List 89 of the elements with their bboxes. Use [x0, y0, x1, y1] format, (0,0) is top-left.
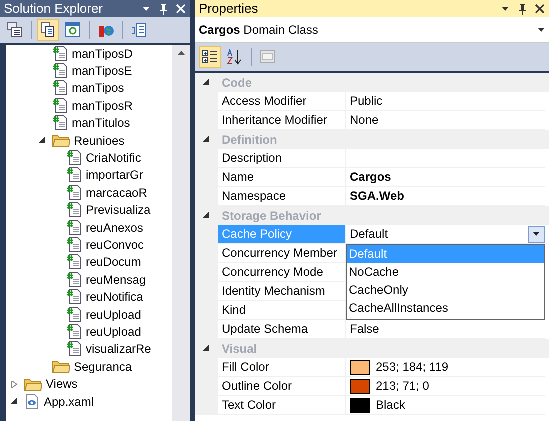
property-value: Black [376, 397, 406, 414]
property-value: 253; 184; 119 [376, 359, 449, 376]
object-label: Cargos Domain Class [199, 22, 318, 38]
tree-item[interactable]: manTitulos [6, 114, 172, 132]
collapse-icon[interactable] [38, 137, 46, 144]
csharp-file-icon [66, 306, 82, 323]
tree-item[interactable]: Views [6, 375, 172, 393]
csharp-file-icon [52, 98, 68, 114]
property-name[interactable]: Fill Color [218, 358, 346, 377]
csharp-file-icon [66, 202, 82, 218]
dropdown-button[interactable] [528, 226, 545, 242]
csharp-file-icon [66, 167, 82, 184]
category-label: Definition [218, 130, 549, 149]
csharp-file-icon [66, 341, 82, 358]
csharp-file-icon [52, 115, 68, 132]
xaml-file-icon [24, 394, 40, 410]
csharp-file-icon [52, 63, 68, 80]
csharp-file-icon [66, 236, 82, 253]
csharp-file-icon [66, 184, 82, 201]
dropdown-icon[interactable] [501, 4, 510, 13]
csharp-file-icon [66, 324, 82, 340]
tree-item[interactable]: Previsualiza [6, 202, 172, 219]
collapse-icon[interactable] [203, 136, 210, 143]
property-value: Default [350, 226, 388, 243]
csharp-file-icon [66, 272, 82, 288]
pin-icon[interactable] [518, 2, 527, 14]
categorized-button[interactable] [199, 46, 221, 68]
caret-icon [533, 232, 540, 236]
tree-item[interactable]: manTiposR [6, 97, 172, 115]
collapse-icon[interactable] [203, 79, 210, 86]
property-name[interactable]: Access Modifier [218, 92, 346, 111]
tree-item[interactable]: manTiposD [6, 45, 172, 62]
property-name[interactable]: Identity Mechanism [218, 282, 346, 301]
folder-icon [24, 376, 42, 392]
tree-item[interactable]: reuMensag [6, 271, 172, 288]
close-icon[interactable] [535, 4, 545, 14]
csharp-file-icon [66, 254, 82, 270]
dropdown-icon[interactable] [142, 4, 151, 13]
panel-title: Solution Explorer [4, 0, 103, 18]
show-all-files-button[interactable] [37, 19, 59, 41]
property-name[interactable]: Outline Color [218, 377, 346, 396]
tree-item[interactable]: Seguranca [6, 358, 172, 376]
tree-item[interactable]: Reunioes [6, 132, 172, 150]
category-label: Code [218, 73, 549, 92]
property-value: Public [350, 93, 383, 110]
tree-item[interactable]: importarGr [6, 166, 172, 184]
property-value: 213; 71; 0 [376, 378, 430, 395]
expand-icon[interactable] [10, 380, 18, 388]
csharp-file-icon [66, 289, 82, 306]
tree-item[interactable]: reuNotifica [6, 288, 172, 306]
tree-item[interactable]: manTiposE [6, 62, 172, 80]
property-name[interactable]: Concurrency Member [218, 244, 346, 263]
panel-title: Properties [199, 0, 258, 18]
category-label: Storage Behavior [218, 206, 549, 225]
tree-item[interactable]: reuConvoc [6, 236, 172, 254]
dropdown-option[interactable]: CacheOnly [347, 281, 544, 299]
property-name[interactable]: Kind [218, 301, 346, 320]
tree-item[interactable]: visualizarRe [6, 340, 172, 358]
property-name[interactable]: Concurrency Mode [218, 263, 346, 282]
tree-item[interactable]: reuAnexos [6, 218, 172, 236]
collapse-icon[interactable] [203, 345, 210, 352]
tree-item[interactable]: reuUpload [6, 323, 172, 341]
tree-item[interactable]: CriaNotific [6, 149, 172, 167]
property-value: SGA.Web [350, 188, 404, 205]
pin-icon[interactable] [159, 2, 168, 14]
tree-item[interactable]: reuUpload [6, 306, 172, 324]
folder-icon [52, 133, 70, 148]
property-name[interactable]: Name [218, 168, 346, 187]
csharp-file-icon [52, 80, 68, 96]
object-selector[interactable]: Cargos Domain Class [195, 17, 549, 43]
row-margin [195, 396, 218, 415]
csharp-file-icon [66, 220, 82, 236]
tree-item[interactable]: marcacaoR [6, 184, 172, 202]
category-label: Visual [218, 339, 549, 358]
property-name[interactable]: Text Color [218, 396, 346, 415]
folder-icon [52, 359, 70, 374]
collapse-icon[interactable] [10, 398, 18, 405]
property-value: False [350, 321, 380, 338]
property-value: None [350, 112, 379, 129]
csharp-file-icon [66, 150, 82, 166]
collapse-icon[interactable] [203, 212, 210, 219]
dropdown-option[interactable]: NoCache [347, 263, 544, 281]
property-value: Cargos [350, 169, 392, 186]
property-name[interactable]: Description [218, 149, 346, 168]
tree-item[interactable]: App.xaml [6, 392, 172, 410]
dropdown-arrow-icon[interactable] [538, 28, 545, 32]
tree-item[interactable]: manTipos [6, 80, 172, 98]
tree-item[interactable]: reuDocum [6, 254, 172, 272]
dropdown-option[interactable]: CacheAllInstances [347, 299, 544, 317]
